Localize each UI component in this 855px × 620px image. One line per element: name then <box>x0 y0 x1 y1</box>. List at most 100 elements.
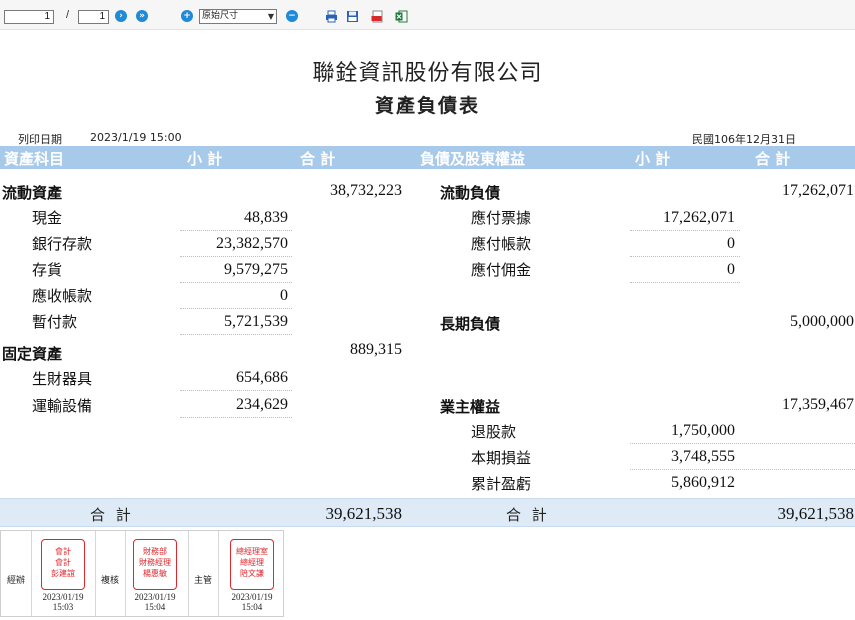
liability-item-value: 0 <box>727 235 735 252</box>
header-total-2: 合 計 <box>755 150 791 168</box>
row-underline <box>630 230 740 231</box>
equity-item-label: 退股款 <box>471 423 517 441</box>
fixed-item-label: 生財器具 <box>32 370 93 388</box>
next-page-icon[interactable]: › <box>115 10 127 22</box>
zoom-select[interactable]: 原始尺寸 ▼ <box>199 9 277 24</box>
equity-item-label: 累計盈虧 <box>471 475 532 493</box>
fixed-assets-label: 固定資產 <box>2 345 63 363</box>
row-underline <box>180 417 292 418</box>
header-assets: 資產科目 <box>4 150 65 168</box>
chevron-down-icon: ▼ <box>267 12 274 21</box>
divider <box>218 531 219 616</box>
company-name: 聯銓資訊股份有限公司 <box>312 61 543 86</box>
row-underline <box>630 256 740 257</box>
totals-band: 合 計 39,621,538 合 計 39,621,538 <box>0 498 855 527</box>
current-assets-total: 38,732,223 <box>330 182 402 199</box>
divider <box>95 531 96 616</box>
equity-label: 業主權益 <box>440 398 501 416</box>
header-subtotal-2: 小 計 <box>635 150 671 168</box>
stamp-line: 楊惠敏 <box>143 569 167 578</box>
equity-item-value: 1,750,000 <box>671 422 735 439</box>
last-page-icon[interactable]: » <box>136 10 148 22</box>
stamp-line: 會計 <box>55 558 71 567</box>
row-underline <box>180 308 292 309</box>
assets-total-label: 合 計 <box>90 506 134 524</box>
stamp-date: 2023/01/19 <box>134 592 176 602</box>
header-liabilities: 負債及股東權益 <box>420 150 526 168</box>
liability-item-label: 應付帳款 <box>471 235 532 253</box>
save-icon[interactable] <box>346 10 359 23</box>
longterm-liabilities-label: 長期負債 <box>440 315 501 333</box>
equity-total: 17,359,467 <box>782 396 854 413</box>
liabilities-total-label: 合 計 <box>506 506 550 524</box>
liability-item-label: 應付佣金 <box>471 261 532 279</box>
stamp-time: 15:03 <box>52 602 74 612</box>
role-handler-label: 經辦 <box>7 576 26 586</box>
print-date-label: 列印日期 <box>18 133 62 146</box>
equity-item-label: 本期損益 <box>471 449 532 467</box>
asset-item-value: 5,721,539 <box>224 313 288 330</box>
print-icon[interactable] <box>325 10 338 23</box>
divider <box>31 531 32 616</box>
row-underline <box>180 334 292 335</box>
equity-item-value: 3,748,555 <box>671 448 735 465</box>
liability-item-label: 應付票據 <box>471 209 532 227</box>
row-underline <box>630 282 740 283</box>
row-underline <box>180 282 292 283</box>
zoom-select-value: 原始尺寸 <box>202 11 239 21</box>
current-assets-label: 流動資產 <box>2 184 63 202</box>
assets-grand-total: 39,621,538 <box>325 504 403 523</box>
asset-item-label: 應收帳款 <box>32 287 93 305</box>
asset-item-value: 48,839 <box>244 209 288 226</box>
header-total: 合 計 <box>300 150 336 168</box>
stamp-line: 彭建誼 <box>51 569 75 578</box>
report-period: 民國106年12月31日 <box>692 133 796 146</box>
row-underline <box>180 390 292 391</box>
print-date: 2023/1/19 15:00 <box>90 131 182 144</box>
asset-item-label: 現金 <box>32 209 63 227</box>
asset-item-label: 銀行存款 <box>32 235 93 253</box>
fixed-item-value: 234,629 <box>236 396 288 413</box>
liability-item-value: 17,262,071 <box>663 209 735 226</box>
asset-item-label: 存貨 <box>32 261 63 279</box>
excel-icon[interactable] <box>395 10 408 23</box>
column-header-band: 資產科目 小 計 合 計 負債及股東權益 小 計 合 計 <box>0 146 855 169</box>
fixed-assets-total: 889,315 <box>350 341 402 358</box>
zoom-in-icon[interactable]: + <box>181 10 193 22</box>
current-page-input[interactable]: 1 <box>4 10 54 24</box>
approval-section: 經辦 會計 會計 彭建誼 2023/01/19 15:03 複核 財務部 財務經… <box>0 530 284 617</box>
zoom-out-icon[interactable]: − <box>286 10 298 22</box>
role-reviewer-label: 複核 <box>101 576 120 586</box>
liabilities-grand-total: 39,621,538 <box>777 504 855 523</box>
stamp-date: 2023/01/19 <box>42 592 84 602</box>
longterm-liabilities-total: 5,000,000 <box>790 313 854 330</box>
divider <box>125 531 126 616</box>
fixed-item-value: 654,686 <box>236 369 288 386</box>
page-separator: / <box>66 9 70 21</box>
stamp-time: 15:04 <box>144 602 166 612</box>
row-underline <box>180 256 292 257</box>
report-toolbar: 1 / 1 › » + 原始尺寸 ▼ − <box>0 0 855 30</box>
asset-item-label: 暫付款 <box>32 313 78 331</box>
divider <box>188 531 189 616</box>
row-underline <box>630 443 855 444</box>
approval-stamp: 總經理室 總經理 陪文謙 <box>230 539 274 590</box>
header-subtotal: 小 計 <box>187 150 223 168</box>
current-liabilities-total: 17,262,071 <box>782 182 854 199</box>
row-underline <box>180 230 292 231</box>
equity-item-value: 5,860,912 <box>671 474 735 491</box>
stamp-line: 總經理 <box>240 558 264 567</box>
row-underline <box>630 469 855 470</box>
asset-item-value: 23,382,570 <box>216 235 288 252</box>
approval-stamp: 財務部 財務經理 楊惠敏 <box>133 539 177 590</box>
stamp-line: 財務經理 <box>139 558 171 567</box>
pdf-icon[interactable] <box>371 10 384 23</box>
stamp-date: 2023/01/19 <box>231 592 273 602</box>
stamp-time: 15:04 <box>241 602 263 612</box>
stamp-line: 會計 <box>55 547 71 556</box>
stamp-line: 陪文謙 <box>240 569 264 578</box>
stamp-line: 總經理室 <box>236 547 268 556</box>
approval-stamp: 會計 會計 彭建誼 <box>41 539 85 590</box>
total-pages-field: 1 <box>78 10 109 24</box>
role-supervisor-label: 主管 <box>194 576 213 586</box>
